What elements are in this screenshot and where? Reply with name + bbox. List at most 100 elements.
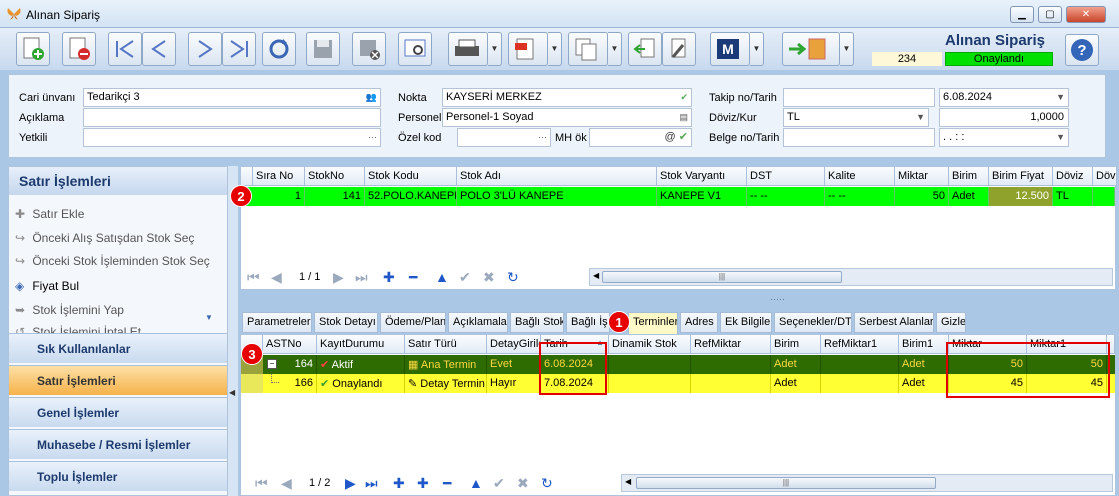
- col-birim[interactable]: Birim: [771, 335, 821, 354]
- tab-stok-detayi[interactable]: Stok Detayı: [314, 312, 378, 333]
- scroll-left-icon[interactable]: ◀: [593, 271, 599, 280]
- people-icon[interactable]: 👥: [366, 89, 377, 106]
- next-page-icon[interactable]: ▶: [333, 269, 344, 286]
- scroll-down-icon[interactable]: ▼: [205, 313, 213, 322]
- nokta-field[interactable]: KAYSERİ MERKEZ ✔: [442, 88, 692, 107]
- at-sign-icon[interactable]: @ ✔: [665, 129, 688, 146]
- preview-button[interactable]: [398, 32, 432, 66]
- add-child-icon[interactable]: ✚: [417, 475, 429, 492]
- col-birim-fiyat[interactable]: Birim Fiyat: [989, 167, 1053, 186]
- remove-row-icon[interactable]: ━: [409, 269, 417, 286]
- ozelkod-field[interactable]: ···: [457, 128, 551, 147]
- last-record-button[interactable]: [222, 32, 256, 66]
- collapse-toggle-icon[interactable]: −: [267, 359, 277, 369]
- col-birim1[interactable]: Birim1: [899, 335, 949, 354]
- print-button[interactable]: [448, 32, 488, 66]
- copy-dropdown[interactable]: ▼: [608, 32, 622, 66]
- belge-date-field[interactable]: . . : : ▼: [939, 128, 1069, 147]
- table-row[interactable]: 1 141 52.POLO.KANEPE POLO 3'LÜ KANEPE KA…: [241, 187, 1115, 206]
- prev-page-icon[interactable]: ◀: [271, 269, 282, 286]
- refresh-button[interactable]: [262, 32, 296, 66]
- confirm-icon[interactable]: ✔: [493, 475, 505, 492]
- refresh-rows-icon[interactable]: ↻: [541, 475, 553, 492]
- prev-page-icon[interactable]: ◀: [281, 475, 292, 492]
- next-record-button[interactable]: [188, 32, 222, 66]
- remove-row-icon[interactable]: ━: [443, 475, 451, 492]
- doviz-select[interactable]: TL ▼: [783, 108, 929, 127]
- tab-parametreler[interactable]: Parametreler: [242, 312, 312, 333]
- previous-record-button[interactable]: [142, 32, 176, 66]
- detail-splitter[interactable]: ·····: [240, 294, 1116, 310]
- aciklama-field[interactable]: [83, 108, 381, 127]
- tab-terminler[interactable]: Terminler: [628, 312, 678, 334]
- nav-satir-islemleri[interactable]: Satır İşlemleri: [9, 365, 227, 395]
- col-satir-turu[interactable]: Satır Türü: [405, 335, 487, 354]
- tab-bagli-stok[interactable]: Bağlı Stok: [510, 312, 564, 333]
- refresh-rows-icon[interactable]: ↻: [507, 269, 519, 286]
- help-button[interactable]: ?: [1065, 34, 1099, 66]
- action-satir-ekle[interactable]: ✚ Satır Ekle: [15, 207, 84, 221]
- col-refmiktar1[interactable]: RefMiktar1: [821, 335, 899, 354]
- mhok-field[interactable]: @ ✔: [589, 128, 692, 147]
- col-kalite[interactable]: Kalite: [825, 167, 895, 186]
- cancel-edit-icon[interactable]: ✖: [483, 269, 495, 286]
- action-stok-islemi-yap[interactable]: ➥ Stok İşlemini Yap: [15, 303, 124, 317]
- save-button[interactable]: [306, 32, 340, 66]
- tab-adres[interactable]: Adres: [680, 312, 718, 333]
- new-button[interactable]: [16, 32, 50, 66]
- col-astno[interactable]: ASTNo: [263, 335, 317, 354]
- kur-field[interactable]: 1,0000: [939, 108, 1069, 127]
- panel-splitter[interactable]: ◀: [228, 166, 238, 496]
- takip-date-field[interactable]: 6.08.2024 ▼: [939, 88, 1069, 107]
- pdf-export-button[interactable]: [508, 32, 548, 66]
- tab-aciklamalar[interactable]: Açıklamalar: [448, 312, 508, 333]
- copy-document-button[interactable]: [568, 32, 608, 66]
- row-selector[interactable]: [241, 374, 263, 393]
- last-page-icon[interactable]: ⏭: [355, 269, 368, 286]
- exit-dropdown[interactable]: ▼: [840, 32, 854, 66]
- col-stok-kodu[interactable]: Stok Kodu: [365, 167, 457, 186]
- tab-gizle[interactable]: Gizle: [936, 312, 966, 333]
- action-stok-islemi-iptal[interactable]: ↺ Stok İşlemini İptal Et: [15, 325, 141, 333]
- col-stok-adi[interactable]: Stok Adı: [457, 167, 657, 186]
- action-onceki-alis[interactable]: ↪ Önceki Alış Satışdan Stok Seç: [15, 231, 194, 245]
- cancel-edit-icon[interactable]: ✖: [517, 475, 529, 492]
- nav-genel-islemler[interactable]: Genel İşlemler: [9, 397, 227, 427]
- col-stok-varyanti[interactable]: Stok Varyantı: [657, 167, 747, 186]
- nav-sik-kullanilanlar[interactable]: Sık Kullanılanlar: [9, 333, 227, 363]
- add-icon[interactable]: ✚: [393, 475, 405, 492]
- tab-ek-bilgiler[interactable]: Ek Bilgiler: [720, 312, 772, 333]
- cari-field[interactable]: Tedarikçi 3 👥: [83, 88, 381, 107]
- collapse-left-icon[interactable]: ◀: [229, 388, 235, 397]
- confirm-icon[interactable]: ✔: [459, 269, 471, 286]
- scroll-thumb[interactable]: |||: [602, 271, 842, 283]
- nav-toplu-islemler[interactable]: Toplu İşlemler: [9, 461, 227, 491]
- close-button[interactable]: ✕: [1066, 6, 1106, 23]
- save-close-button[interactable]: [352, 32, 386, 66]
- tools-button[interactable]: [662, 32, 696, 66]
- yetkili-field[interactable]: ···: [83, 128, 381, 147]
- print-dropdown[interactable]: ▼: [488, 32, 502, 66]
- action-fiyat-bul[interactable]: ◈ Fiyat Bul: [15, 279, 79, 293]
- belge-field[interactable]: [783, 128, 935, 147]
- delete-button[interactable]: [62, 32, 96, 66]
- add-row-icon[interactable]: ✚: [383, 269, 395, 286]
- col-stokno[interactable]: StokNo: [305, 167, 365, 186]
- pdf-dropdown[interactable]: ▼: [548, 32, 562, 66]
- tab-bagli-is[interactable]: Bağlı İş: [566, 312, 610, 333]
- lines-hscroll[interactable]: ◀ |||: [589, 268, 1113, 286]
- move-up-icon[interactable]: ▲: [469, 475, 483, 491]
- user-card-icon[interactable]: ▤: [679, 109, 688, 126]
- termin-hscroll[interactable]: ◀ |||: [621, 474, 1113, 492]
- col-dinamik-stok[interactable]: Dinamik Stok: [609, 335, 691, 354]
- tab-serbest-alanlar[interactable]: Serbest Alanlar: [854, 312, 934, 333]
- tab-odeme-plan[interactable]: Ödeme/Plan: [380, 312, 446, 333]
- m-module-button[interactable]: M: [710, 32, 750, 66]
- col-refmiktar[interactable]: RefMiktar: [691, 335, 771, 354]
- col-doviz[interactable]: Döviz: [1053, 167, 1093, 186]
- first-page-icon[interactable]: ⏮: [247, 269, 260, 286]
- maximize-button[interactable]: ▢: [1038, 6, 1062, 23]
- col-birim[interactable]: Birim: [949, 167, 989, 186]
- scroll-thumb[interactable]: |||: [636, 477, 936, 489]
- next-page-icon[interactable]: ▶: [345, 475, 356, 492]
